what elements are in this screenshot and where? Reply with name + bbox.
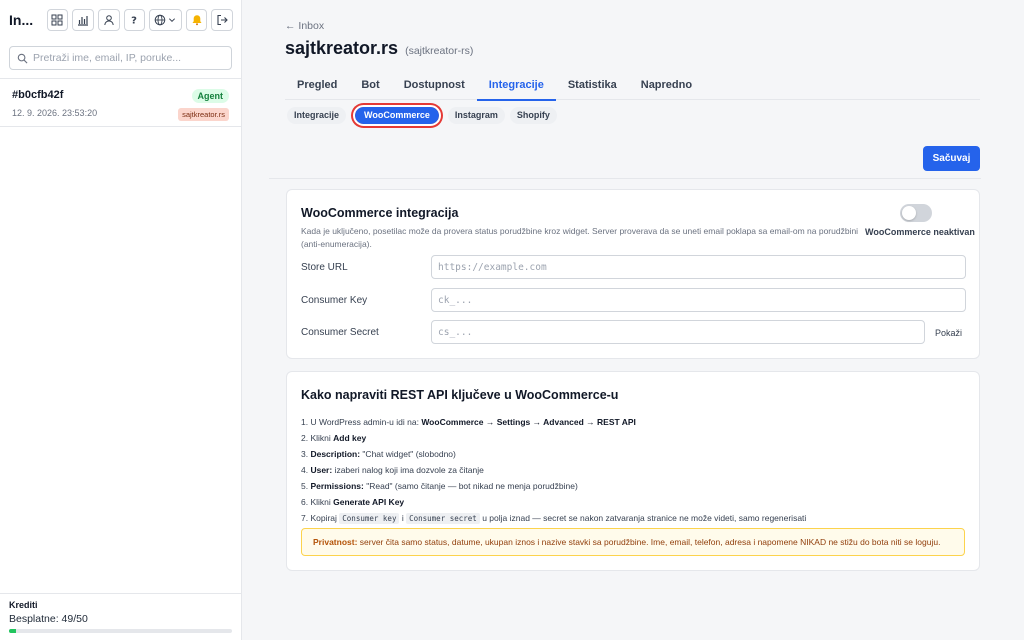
woocommerce-toggle[interactable] — [900, 204, 932, 222]
credits-label: Krediti — [9, 600, 38, 610]
section-divider — [269, 178, 981, 179]
consumer-key-input[interactable] — [431, 288, 966, 312]
svg-text:?: ? — [131, 16, 137, 27]
step-emphasis: User: — [310, 465, 333, 475]
grid-icon — [51, 14, 63, 26]
logout-icon — [217, 14, 228, 26]
tab-statistika[interactable]: Statistika — [556, 70, 629, 100]
subtab-woocommerce[interactable]: WooCommerce — [353, 105, 441, 126]
step-text: 2. Klikni — [301, 433, 334, 443]
globe-icon — [155, 14, 166, 26]
user-icon — [103, 15, 114, 26]
step-text: izaberi nalog koji ima dozvole za čitanj… — [332, 465, 484, 475]
step-emphasis: Add key — [333, 433, 367, 443]
step-emphasis: WooCommerce → Settings → Advanced → REST… — [421, 417, 636, 427]
subtab-integracije[interactable]: Integracije — [287, 107, 347, 124]
profile-button[interactable] — [97, 9, 120, 31]
credits-panel: Krediti Besplatne: 49/50 — [0, 593, 241, 640]
chevron-down-icon — [169, 18, 176, 23]
language-select[interactable] — [149, 9, 182, 31]
guide-step: 6. Klikni Generate API Key — [301, 494, 806, 510]
guide-step: 5. Permissions: "Read" (samo čitanje — b… — [301, 478, 806, 494]
code-snippet: Consumer secret — [406, 513, 480, 524]
bar-chart-icon — [78, 16, 88, 26]
site-badge: sajtkreator.rs — [178, 108, 229, 121]
credits-progress-fill — [9, 629, 16, 633]
main-content: ← Inbox sajtkreator.rs (sajtkreator-rs) … — [242, 0, 1024, 640]
search-icon — [17, 53, 28, 63]
step-text: "Chat widget" (slobodno) — [360, 449, 456, 459]
guide-step: 7. Kopiraj Consumer key i Consumer secre… — [301, 510, 806, 526]
guide-step: 3. Description: "Chat widget" (slobodno) — [301, 446, 806, 462]
woocommerce-status: WooCommerce neaktivan — [865, 227, 975, 237]
guide-step: 2. Klikni Add key — [301, 430, 806, 446]
step-text: 6. Klikni — [301, 497, 334, 507]
guide-step: 4. User: izaberi nalog koji ima dozvole … — [301, 462, 806, 478]
conversation-time: 12. 9. 2026. 23:53:20 — [12, 108, 98, 118]
sidebar-title: In... — [9, 12, 34, 28]
privacy-text: server čita samo status, datume, ukupan … — [357, 537, 941, 547]
main-tabs: Pregled Bot Dostupnost Integracije Stati… — [285, 70, 980, 101]
conversation-item[interactable]: #b0cfb42f Agent 12. 9. 2026. 23:53:20 sa… — [0, 79, 241, 127]
woocommerce-description: Kada je uključeno, posetilac može da pro… — [301, 226, 859, 249]
tab-napredno[interactable]: Napredno — [629, 70, 704, 100]
step-text: u polja iznad — secret se nakon zatvaran… — [479, 513, 807, 523]
tab-integracije[interactable]: Integracije — [476, 70, 556, 101]
help-button[interactable]: ? — [123, 9, 146, 31]
page-title: sajtkreator.rs (sajtkreator-rs) — [285, 38, 473, 59]
step-emphasis: Description: — [310, 449, 361, 459]
stats-button[interactable] — [72, 9, 94, 31]
bell-icon — [192, 15, 201, 26]
back-link[interactable]: ← Inbox — [285, 20, 324, 32]
search-box[interactable] — [9, 46, 232, 70]
guide-step: 1. U WordPress admin-u idi na: WooCommer… — [301, 414, 806, 430]
credits-value: Besplatne: 49/50 — [9, 613, 88, 625]
step-text: 1. U WordPress admin-u idi na: — [301, 417, 422, 427]
guide-card: Kako napraviti REST API ključeve u WooCo… — [286, 371, 980, 571]
step-emphasis: Generate API Key — [333, 497, 405, 507]
tab-bot[interactable]: Bot — [349, 70, 391, 100]
show-secret-button[interactable]: Pokaži — [935, 328, 962, 338]
consumer-key-label: Consumer Key — [301, 295, 368, 306]
sidebar-header: In... ? — [0, 1, 241, 39]
store-url-input[interactable] — [431, 255, 966, 279]
save-button[interactable]: Sačuvaj — [923, 146, 980, 171]
tab-pregled[interactable]: Pregled — [285, 70, 349, 100]
conversation-id: #b0cfb42f — [12, 89, 64, 101]
logout-button[interactable] — [211, 9, 234, 31]
grid-button[interactable] — [46, 9, 69, 31]
store-url-label: Store URL — [301, 262, 348, 273]
privacy-label: Privatnost: — [313, 537, 358, 547]
subtab-instagram[interactable]: Instagram — [447, 107, 505, 124]
step-text: "Read" (samo čitanje — bot nikad ne menj… — [363, 481, 578, 491]
guide-title: Kako napraviti REST API ključeve u WooCo… — [301, 388, 619, 402]
tab-dostupnost[interactable]: Dostupnost — [392, 70, 477, 100]
consumer-secret-label: Consumer Secret — [301, 327, 379, 338]
site-name: sajtkreator.rs — [285, 38, 399, 58]
code-snippet: Consumer key — [339, 513, 400, 524]
consumer-secret-input[interactable] — [431, 320, 925, 344]
question-icon: ? — [131, 16, 137, 27]
sub-tabs: Integracije WooCommerce Instagram Shopif… — [287, 105, 562, 126]
woocommerce-card: WooCommerce integracija Kada je uključen… — [286, 189, 980, 359]
status-badge: Agent — [191, 89, 229, 103]
step-emphasis: Permissions: — [310, 481, 364, 491]
sidebar: In... ? #b0cfb42f Agent 12. 9. 2026. — [0, 0, 242, 640]
guide-steps: 1. U WordPress admin-u idi na: WooCommer… — [301, 414, 806, 526]
site-slug: (sajtkreator-rs) — [405, 45, 474, 57]
step-text: 7. Kopiraj — [301, 513, 340, 523]
search-input[interactable] — [33, 52, 223, 64]
privacy-notice: Privatnost: server čita samo status, dat… — [301, 528, 965, 556]
notifications-button[interactable] — [185, 9, 208, 31]
subtab-shopify[interactable]: Shopify — [509, 107, 557, 124]
woocommerce-title: WooCommerce integracija — [301, 206, 459, 220]
credits-progress — [9, 629, 232, 633]
